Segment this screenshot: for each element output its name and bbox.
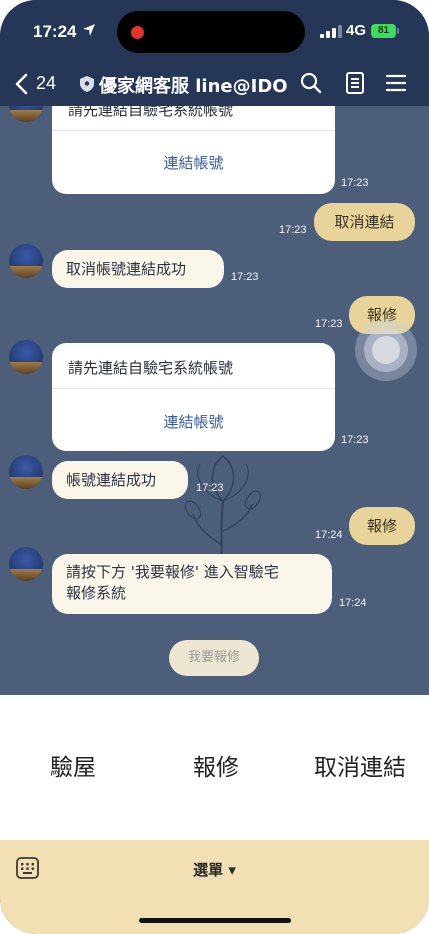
bot-avatar[interactable] — [9, 106, 43, 122]
network-type: 4G — [346, 22, 367, 39]
link-account-card: 請先連結自驗宅系統帳號 連結帳號 — [52, 343, 335, 451]
battery-icon: 81 — [371, 24, 396, 38]
chat-messages-area[interactable]: 請先連結自驗宅系統帳號 連結帳號 17:23 17:23 取消連結 取消帳號連結… — [0, 106, 429, 695]
message-line: 報修系統 — [66, 584, 127, 602]
incoming-message: 帳號連結成功 — [52, 461, 188, 499]
link-account-button[interactable]: 連結帳號 — [52, 411, 335, 432]
bottom-bar: 選單 ▾ — [0, 840, 429, 934]
card-divider — [52, 388, 335, 389]
search-icon[interactable] — [300, 72, 322, 94]
assistive-touch-core — [372, 336, 400, 364]
hamburger-menu-icon[interactable] — [386, 73, 406, 93]
recording-indicator-icon — [131, 26, 144, 39]
home-indicator[interactable] — [139, 918, 291, 923]
back-chevron-icon[interactable] — [14, 72, 30, 96]
assistive-touch-button[interactable] — [355, 319, 417, 381]
link-account-button[interactable]: 連結帳號 — [52, 152, 335, 173]
message-time: 17:23 — [315, 318, 343, 330]
message-line: 請按下方 '我要報修' 進入智驗宅 — [66, 563, 279, 581]
bot-avatar[interactable] — [9, 547, 43, 581]
outgoing-message: 取消連結 — [314, 203, 415, 241]
unread-count[interactable]: 24 — [36, 73, 56, 94]
quick-reply-repair-button[interactable]: 我要報修 — [169, 640, 259, 676]
outgoing-message: 報修 — [349, 507, 415, 545]
card-message: 請先連結自驗宅系統帳號 — [68, 359, 234, 377]
bot-avatar[interactable] — [9, 244, 43, 278]
incoming-message: 取消帳號連結成功 — [52, 250, 224, 288]
message-time: 17:23 — [279, 224, 307, 236]
cellular-signal-icon — [320, 25, 342, 38]
phone-screen: 17:24 4G 81 24 優家網客服 line@IDO 請先連結自驗宅系統帳… — [0, 0, 429, 934]
rich-menu-inspection[interactable]: 驗屋 — [50, 748, 96, 782]
link-account-card: 請先連結自驗宅系統帳號 連結帳號 — [52, 106, 335, 194]
dynamic-island — [117, 11, 305, 53]
message-time: 17:23 — [231, 271, 259, 283]
chat-title: 優家網客服 line@IDO — [99, 76, 288, 97]
rich-menu-unlink[interactable]: 取消連結 — [314, 748, 406, 782]
card-divider — [52, 130, 335, 131]
chat-header: 24 優家網客服 line@IDO — [0, 62, 429, 106]
incoming-message: 請按下方 '我要報修' 進入智驗宅 報修系統 — [52, 554, 332, 614]
notes-icon[interactable] — [345, 72, 365, 94]
status-bar: 17:24 4G 81 — [0, 0, 429, 62]
bot-avatar[interactable] — [9, 455, 43, 489]
battery-tip — [397, 28, 399, 34]
menu-toggle[interactable]: 選單 ▾ — [0, 859, 429, 880]
bot-avatar[interactable] — [9, 340, 43, 374]
rich-menu: 驗屋 報修 取消連結 — [0, 695, 429, 840]
location-arrow-icon — [83, 24, 95, 36]
card-message: 請先連結自驗宅系統帳號 — [68, 106, 234, 119]
rich-menu-repair[interactable]: 報修 — [193, 748, 239, 782]
message-time: 17:23 — [341, 177, 369, 189]
message-time: 17:23 — [341, 434, 369, 446]
message-time: 17:23 — [196, 482, 224, 494]
status-time: 17:24 — [33, 22, 77, 41]
message-time: 17:24 — [339, 597, 367, 609]
message-time: 17:24 — [315, 529, 343, 541]
verified-shield-icon — [80, 76, 94, 92]
